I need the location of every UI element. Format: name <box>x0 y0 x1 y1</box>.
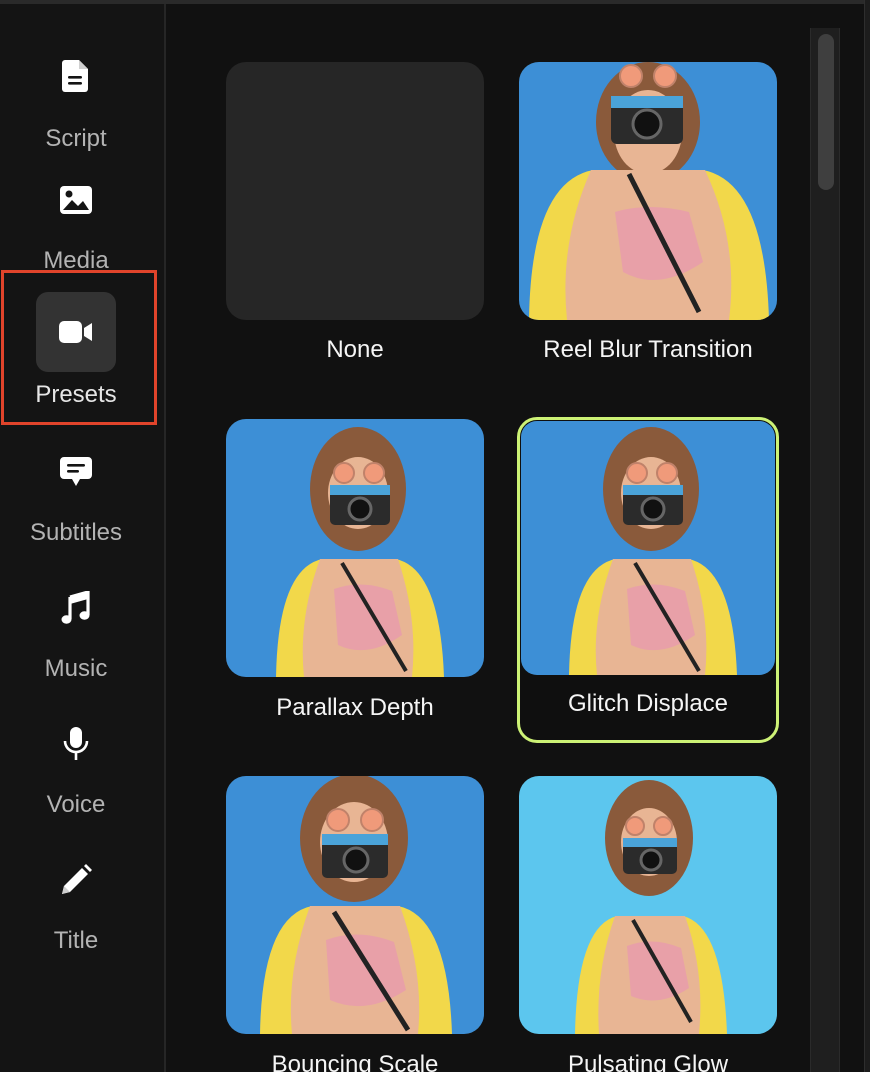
preset-label: Glitch Displace <box>567 690 729 717</box>
preset-card-parallax-depth[interactable]: Parallax Depth <box>226 419 486 723</box>
sidebar-item-label: Title <box>53 927 99 954</box>
preset-label: Reel Blur Transition <box>543 336 753 363</box>
microphone-icon <box>36 704 116 784</box>
video-camera-icon <box>36 292 116 372</box>
sidebar-item-label: Music <box>44 655 108 682</box>
sidebar: Script Media Presets Subtitles Music Voi… <box>0 4 166 1072</box>
pencil-icon <box>36 840 116 920</box>
preset-label: Parallax Depth <box>276 694 434 721</box>
preset-card-reel-blur-transition[interactable]: Reel Blur Transition <box>519 62 779 365</box>
preset-label: Bouncing Scale <box>271 1051 439 1072</box>
preset-label: Pulsating Glow <box>567 1051 729 1072</box>
document-icon <box>36 36 116 116</box>
preset-card-pulsating-glow[interactable]: Pulsating Glow <box>519 776 779 1072</box>
preset-thumbnail <box>519 776 777 1034</box>
sidebar-item-script[interactable]: Script <box>0 36 152 166</box>
sidebar-item-presets[interactable]: Presets <box>0 292 152 422</box>
sidebar-item-subtitles[interactable]: Subtitles <box>0 432 152 562</box>
preset-thumbnail <box>521 421 775 675</box>
sidebar-item-title[interactable]: Title <box>0 840 152 970</box>
sidebar-item-music[interactable]: Music <box>0 568 152 698</box>
sidebar-item-label: Media <box>43 247 109 274</box>
preset-thumbnail <box>226 776 484 1034</box>
sidebar-item-label: Subtitles <box>29 519 123 546</box>
sidebar-item-label: Voice <box>46 791 106 818</box>
preset-thumbnail <box>226 419 484 677</box>
panel-edge <box>864 0 870 1072</box>
presets-grid: None Reel Blur Transition Parallax Depth… <box>168 4 808 1072</box>
sidebar-item-voice[interactable]: Voice <box>0 704 152 834</box>
speech-bubble-icon <box>36 432 116 512</box>
image-icon <box>36 160 116 240</box>
music-note-icon <box>36 568 116 648</box>
preset-card-glitch-displace[interactable]: Glitch Displace <box>517 417 779 743</box>
scrollbar-thumb[interactable] <box>818 34 834 190</box>
sidebar-item-label: Script <box>45 125 107 152</box>
preset-card-bouncing-scale[interactable]: Bouncing Scale <box>226 776 486 1072</box>
sidebar-item-media[interactable]: Media <box>0 160 152 290</box>
preset-thumbnail <box>519 62 777 320</box>
preset-thumbnail-empty <box>226 62 484 320</box>
preset-label: None <box>326 336 384 363</box>
sidebar-item-label: Presets <box>35 381 117 408</box>
preset-card-none[interactable]: None <box>226 62 486 365</box>
